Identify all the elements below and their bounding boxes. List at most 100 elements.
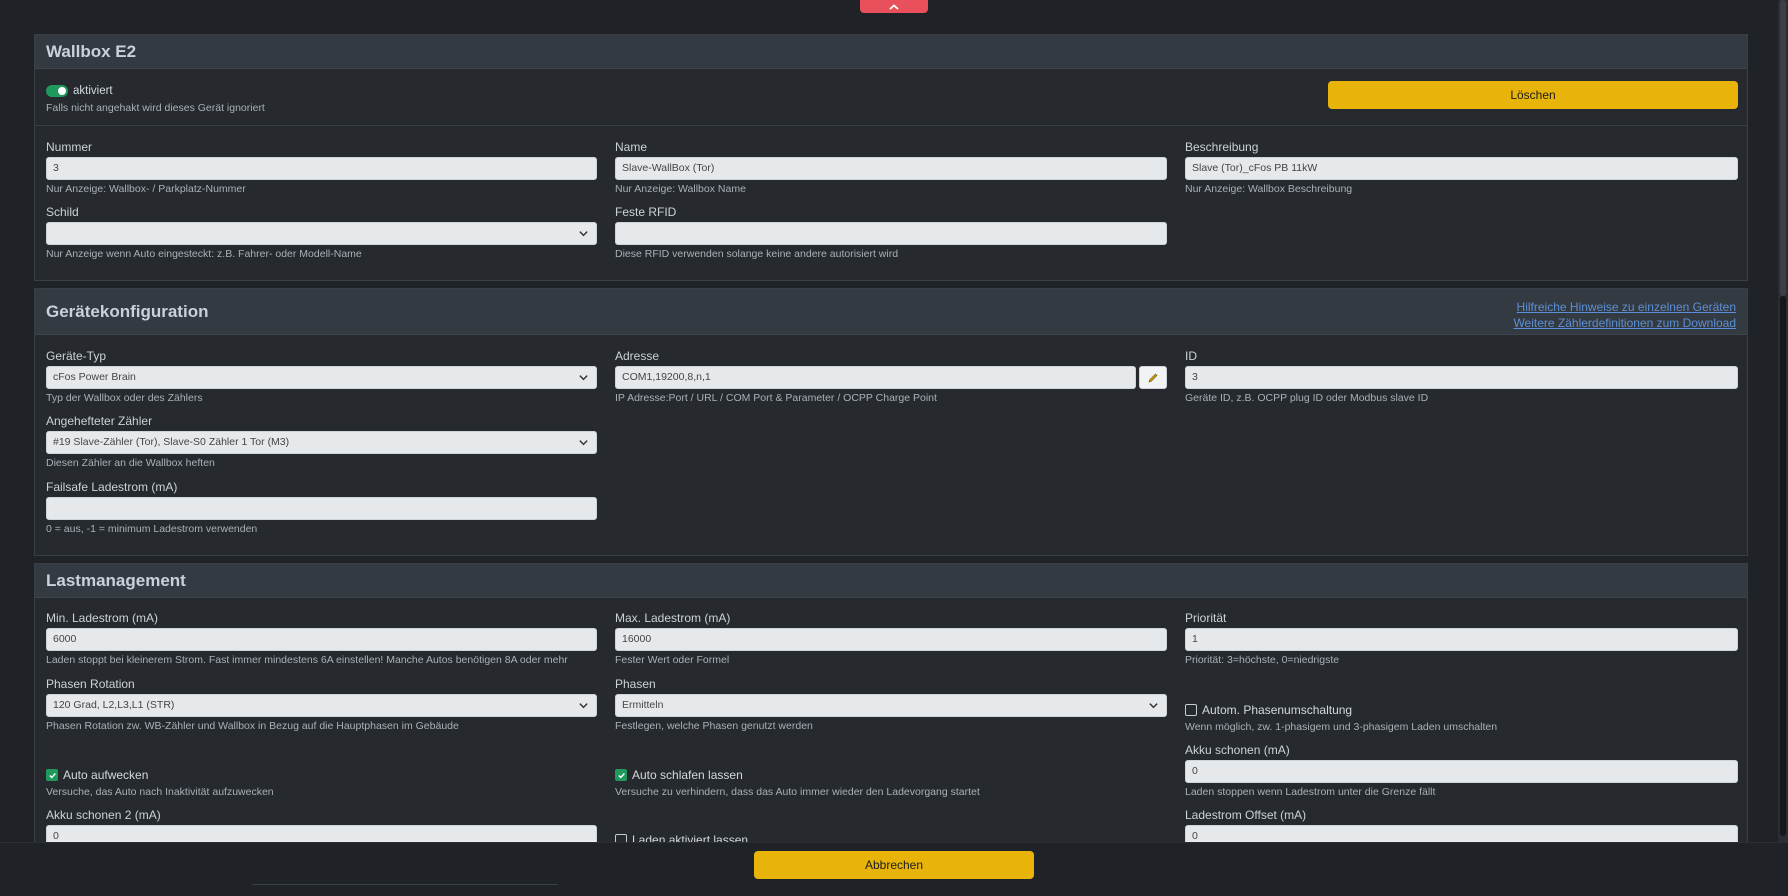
beschreibung-hint: Nur Anzeige: Wallbox Beschreibung	[1185, 183, 1353, 195]
schlafen-checkbox[interactable]: Auto schlafen lassen	[615, 767, 1167, 783]
akku-hint: Laden stoppen wenn Ladestrom unter die G…	[1185, 786, 1436, 798]
failsafe-input[interactable]	[46, 497, 597, 520]
umschaltung-hint: Wenn möglich, zw. 1-phasigem und 3-phasi…	[1185, 721, 1498, 733]
rotation-label: Phasen Rotation	[46, 677, 135, 691]
last-card: Lastmanagement Min. Ladestrom (mA) 6000 …	[34, 563, 1748, 842]
prio-label: Priorität	[1185, 611, 1227, 625]
footer-divider-line	[252, 884, 558, 885]
aufwecken-checkbox[interactable]: Auto aufwecken	[46, 767, 597, 783]
active-label: aktiviert	[73, 85, 113, 97]
max-label: Max. Ladestrom (mA)	[615, 611, 731, 625]
delete-button[interactable]: Löschen	[1328, 81, 1738, 109]
min-hint: Laden stoppt bei kleinerem Strom. Fast i…	[46, 654, 568, 666]
checkbox-unchecked[interactable]	[615, 834, 627, 842]
id-input[interactable]: 3	[1185, 366, 1738, 389]
active-toggle[interactable]: aktiviert	[46, 83, 265, 99]
akku-group: Akku schonen (mA) 0 Laden stoppen wenn L…	[1185, 743, 1738, 799]
chevron-down-icon	[579, 703, 588, 709]
wallbox-card-header: Wallbox E2	[35, 35, 1747, 69]
chevron-down-icon	[579, 231, 588, 237]
aktiviert-checkbox[interactable]: Laden aktiviert lassen	[615, 832, 1167, 842]
rfid-label: Feste RFID	[615, 205, 677, 219]
vertical-scrollbar[interactable]	[1778, 0, 1788, 842]
akku2-input[interactable]: 0	[46, 825, 597, 842]
offset-label: Ladestrom Offset (mA)	[1185, 808, 1307, 822]
umschaltung-group: Autom. Phasenumschaltung Wenn möglich, z…	[1185, 702, 1738, 734]
typ-select[interactable]: cFos Power Brain	[46, 366, 597, 389]
failsafe-hint: 0 = aus, -1 = minimum Ladestrom verwende…	[46, 523, 258, 535]
min-input[interactable]: 6000	[46, 628, 597, 651]
geraet-card-header: Gerätekonfiguration Hilfreiche Hinweise …	[35, 289, 1747, 335]
typ-label: Geräte-Typ	[46, 349, 107, 363]
nummer-group: Nummer 3 Nur Anzeige: Wallbox- / Parkpla…	[46, 140, 597, 196]
aufwecken-hint: Versuche, das Auto nach Inaktivität aufz…	[46, 786, 274, 798]
offset-input[interactable]: 0	[1185, 825, 1738, 842]
id-group: ID 3 Geräte ID, z.B. OCPP plug ID oder M…	[1185, 349, 1738, 405]
prio-hint: Priorität: 3=höchste, 0=niedrigste	[1185, 654, 1340, 666]
chevron-down-icon	[1149, 703, 1158, 709]
adresse-label: Adresse	[615, 349, 660, 363]
adresse-hint: IP Adresse:Port / URL / COM Port & Param…	[615, 392, 937, 404]
link-geraete-hinweise[interactable]: Hilfreiche Hinweise zu einzelnen Geräten	[1513, 299, 1736, 315]
settings-scroll-area[interactable]: Wallbox E2 aktiviert Falls nicht angehak…	[0, 0, 1778, 842]
umschaltung-label: Autom. Phasenumschaltung	[1202, 703, 1353, 717]
geraet-card: Gerätekonfiguration Hilfreiche Hinweise …	[34, 288, 1748, 556]
schild-hint: Nur Anzeige wenn Auto eingesteckt: z.B. …	[46, 248, 362, 260]
rotation-value: 120 Grad, L2,L3,L1 (STR)	[53, 699, 175, 711]
adresse-group: Adresse COM1,19200,8,n,1 IP Adresse:Port…	[615, 349, 1167, 405]
prio-input[interactable]: 1	[1185, 628, 1738, 651]
nummer-input[interactable]: 3	[46, 157, 597, 180]
nummer-hint: Nur Anzeige: Wallbox- / Parkplatz-Nummer	[46, 183, 246, 195]
beschreibung-label: Beschreibung	[1185, 140, 1259, 154]
link-zaehler-download[interactable]: Weitere Zählerdefinitionen zum Download	[1513, 315, 1736, 331]
rfid-hint: Diese RFID verwenden solange keine ander…	[615, 248, 899, 260]
adresse-input[interactable]: COM1,19200,8,n,1	[615, 366, 1136, 389]
schild-select[interactable]	[46, 222, 597, 245]
failsafe-label: Failsafe Ladestrom (mA)	[46, 480, 178, 494]
umschaltung-checkbox[interactable]: Autom. Phasenumschaltung	[1185, 702, 1738, 718]
geraet-card-title: Gerätekonfiguration	[46, 301, 209, 321]
help-links: Hilfreiche Hinweise zu einzelnen Geräten…	[1513, 299, 1736, 331]
max-hint: Fester Wert oder Formel	[615, 654, 730, 666]
beschreibung-input[interactable]: Slave (Tor)_cFos PB 11kW	[1185, 157, 1738, 180]
akku-label: Akku schonen (mA)	[1185, 743, 1290, 757]
chevron-down-icon	[579, 375, 588, 381]
aktiviert-label: Laden aktiviert lassen	[632, 833, 749, 842]
max-input[interactable]: 16000	[615, 628, 1167, 651]
typ-value: cFos Power Brain	[53, 371, 136, 383]
zaehler-hint: Diesen Zähler an die Wallbox heften	[46, 457, 215, 469]
cancel-button[interactable]: Abbrechen	[754, 851, 1034, 879]
pencil-icon	[1148, 373, 1158, 382]
rotation-select[interactable]: 120 Grad, L2,L3,L1 (STR)	[46, 694, 597, 717]
schlafen-label: Auto schlafen lassen	[632, 768, 743, 782]
phasen-value: Ermitteln	[622, 699, 664, 711]
schild-label: Schild	[46, 205, 79, 219]
prio-group: Priorität 1 Priorität: 3=höchste, 0=nied…	[1185, 611, 1738, 667]
schlafen-hint: Versuche zu verhindern, dass das Auto im…	[615, 786, 980, 798]
last-card-header: Lastmanagement	[35, 564, 1747, 598]
checkbox-unchecked[interactable]	[1185, 704, 1197, 716]
last-card-title: Lastmanagement	[46, 570, 186, 590]
phasen-label: Phasen	[615, 677, 656, 691]
active-toggle-group: aktiviert Falls nicht angehakt wird dies…	[46, 83, 265, 115]
toggle-switch[interactable]	[46, 85, 68, 97]
wallbox-card: Wallbox E2 aktiviert Falls nicht angehak…	[34, 34, 1748, 281]
name-label: Name	[615, 140, 648, 154]
schlafen-group: Auto schlafen lassen Versuche zu verhind…	[615, 767, 1167, 799]
scrollbar-thumb[interactable]	[1780, 296, 1786, 836]
phasen-select[interactable]: Ermitteln	[615, 694, 1167, 717]
edit-address-button[interactable]	[1139, 366, 1167, 389]
akku-input[interactable]: 0	[1185, 760, 1738, 783]
rfid-input[interactable]	[615, 222, 1167, 245]
check-icon[interactable]	[615, 769, 627, 781]
min-label: Min. Ladestrom (mA)	[46, 611, 159, 625]
active-hint: Falls nicht angehakt wird dieses Gerät i…	[46, 102, 265, 114]
name-input[interactable]: Slave-WallBox (Tor)	[615, 157, 1167, 180]
check-icon[interactable]	[46, 769, 58, 781]
offset-group: Ladestrom Offset (mA) 0	[1185, 808, 1738, 842]
phasen-group: Phasen Ermitteln Festlegen, welche Phase…	[615, 677, 1167, 733]
wallbox-divider	[35, 125, 1747, 126]
chevron-down-icon	[579, 440, 588, 446]
aufwecken-group: Auto aufwecken Versuche, das Auto nach I…	[46, 767, 597, 799]
zaehler-select[interactable]: #19 Slave-Zähler (Tor), Slave-S0 Zähler …	[46, 431, 597, 454]
